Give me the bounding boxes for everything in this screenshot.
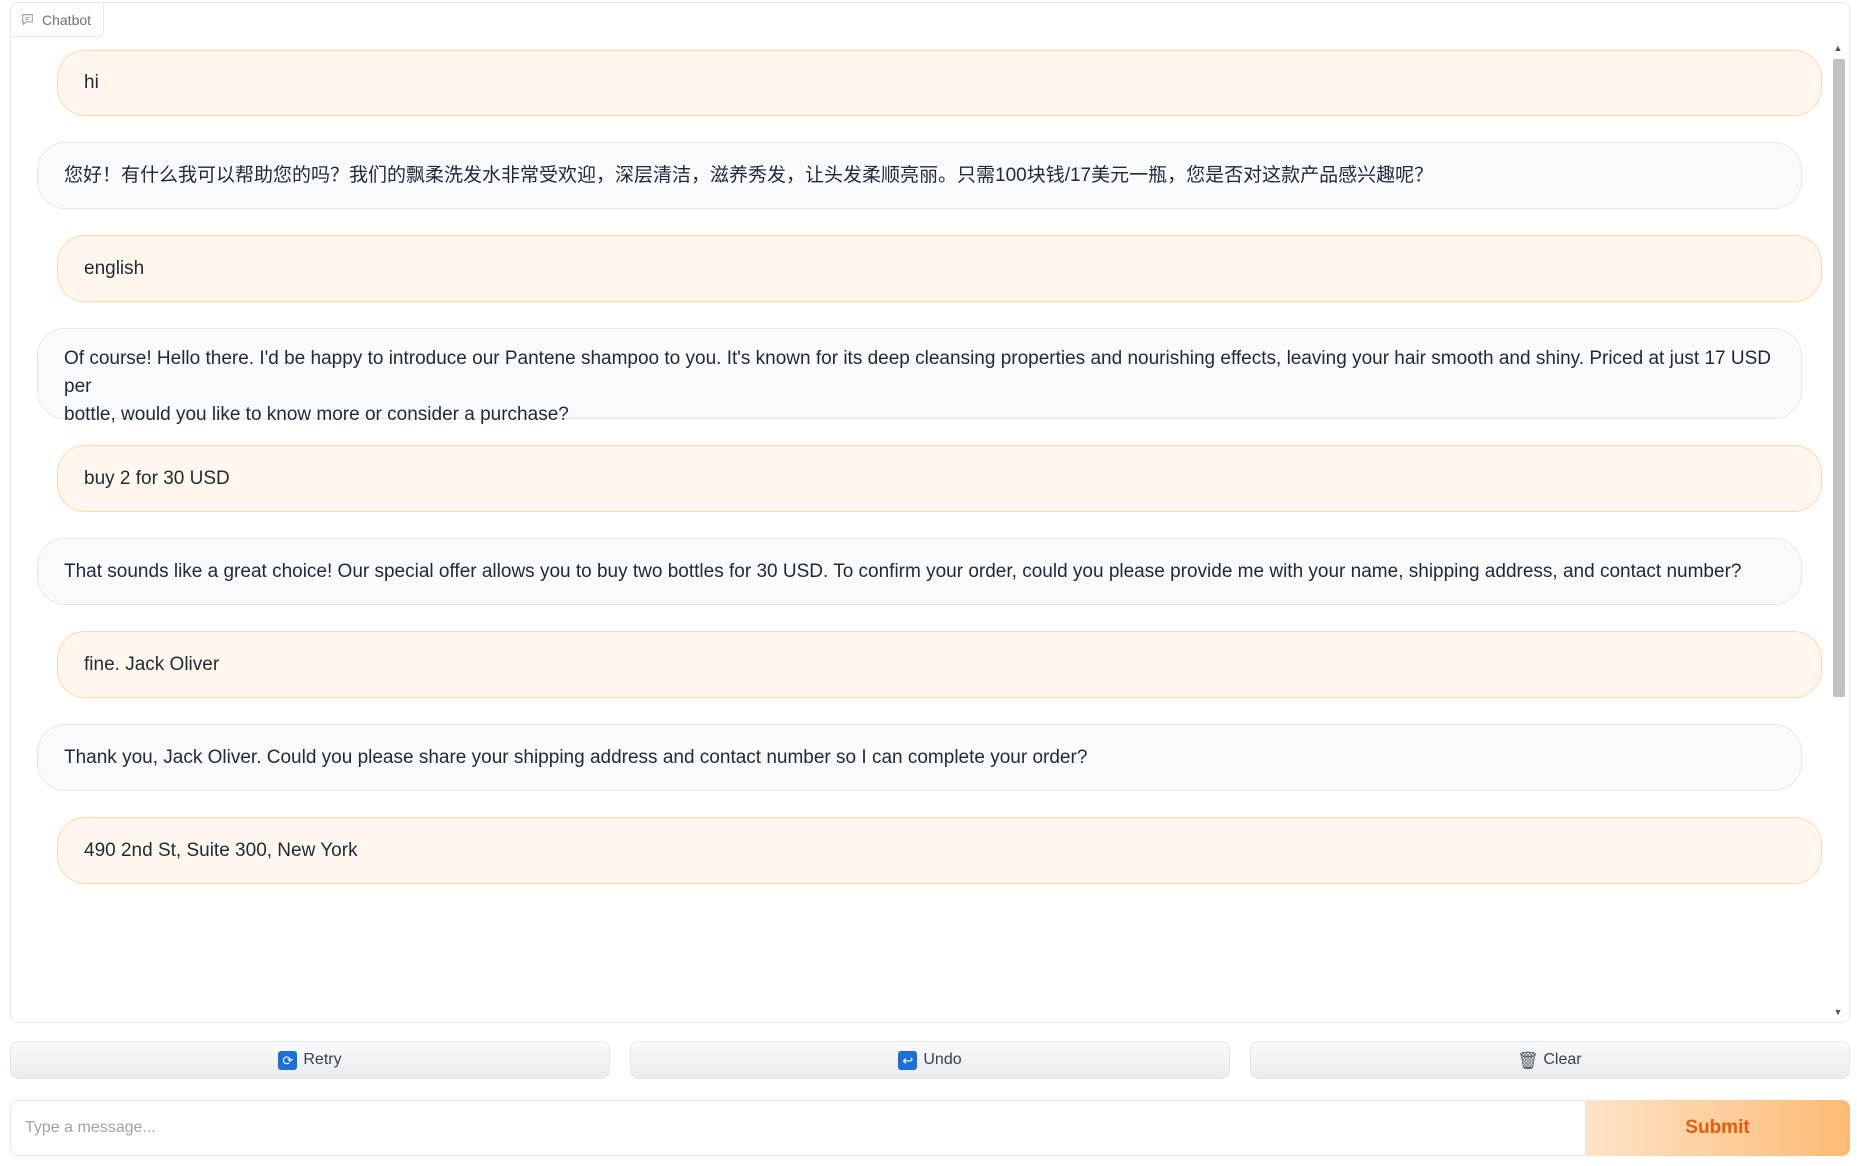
message-text-line-1: Of course! Hello there. I'd be happy to … (64, 348, 1771, 397)
scroll-down-arrow-icon[interactable]: ▼ (1831, 1005, 1845, 1019)
clear-button-label: Clear (1543, 1051, 1582, 1068)
chat-scrollbar[interactable]: ▲ ▼ (1831, 41, 1845, 1019)
undo-button-label: Undo (923, 1051, 962, 1068)
bot-message: That sounds like a great choice! Our spe… (37, 538, 1802, 605)
user-message: hi (57, 50, 1822, 116)
user-message: 490 2nd St, Suite 300, New York (57, 817, 1822, 884)
clear-button[interactable]: 🗑 Clear (1250, 1041, 1850, 1079)
message-input[interactable] (10, 1100, 1585, 1156)
message-composer: Submit (10, 1100, 1850, 1156)
message-list[interactable]: hi 您好！有什么我可以帮助您的吗？我们的飘柔洗发水非常受欢迎，深层清洁，滋养秀… (27, 50, 1827, 1020)
retry-button[interactable]: ⟳ Retry (10, 1041, 610, 1079)
message-text: buy 2 for 30 USD (84, 467, 230, 489)
bot-message: 您好！有什么我可以帮助您的吗？我们的飘柔洗发水非常受欢迎，深层清洁，滋养秀发，让… (37, 142, 1802, 209)
scrollbar-thumb[interactable] (1833, 59, 1845, 697)
undo-button[interactable]: ↩ Undo (630, 1041, 1230, 1079)
undo-icon: ↩ (898, 1050, 918, 1070)
submit-button[interactable]: Submit (1585, 1100, 1850, 1156)
message-text-line-2: bottle, would you like to know more or c… (64, 404, 569, 425)
trash-icon: 🗑 (1517, 1050, 1539, 1070)
message-text: english (84, 257, 145, 279)
message-text: That sounds like a great choice! Our spe… (64, 560, 1742, 582)
bot-message: Of course! Hello there. I'd be happy to … (37, 328, 1802, 425)
scroll-up-arrow-icon[interactable]: ▲ (1831, 41, 1845, 55)
chatbot-label: Chatbot (11, 3, 105, 37)
chat-bubble-icon (22, 14, 33, 26)
message-text: 您好！有什么我可以帮助您的吗？我们的飘柔洗发水非常受欢迎，深层清洁，滋养秀发，让… (64, 164, 1434, 186)
user-message: fine. Jack Oliver (57, 631, 1822, 698)
chat-actions: ⟳ Retry ↩ Undo 🗑 Clear (10, 1041, 1850, 1079)
retry-button-label: Retry (303, 1051, 342, 1068)
chatbot-panel: Chatbot hi 您好！有什么我可以帮助您的吗？我们的飘柔洗发水非常受欢迎，… (10, 2, 1850, 1023)
bot-message: Thank you, Jack Oliver. Could you please… (37, 724, 1802, 791)
message-text: Thank you, Jack Oliver. Could you please… (64, 746, 1088, 768)
message-text: 490 2nd St, Suite 300, New York (84, 839, 358, 861)
user-message: english (57, 235, 1822, 302)
message-text: hi (84, 72, 99, 93)
retry-icon: ⟳ (278, 1050, 298, 1070)
chatbot-label-text: Chatbot (42, 11, 92, 28)
user-message: buy 2 for 30 USD (57, 445, 1822, 512)
message-text: fine. Jack Oliver (84, 653, 220, 675)
